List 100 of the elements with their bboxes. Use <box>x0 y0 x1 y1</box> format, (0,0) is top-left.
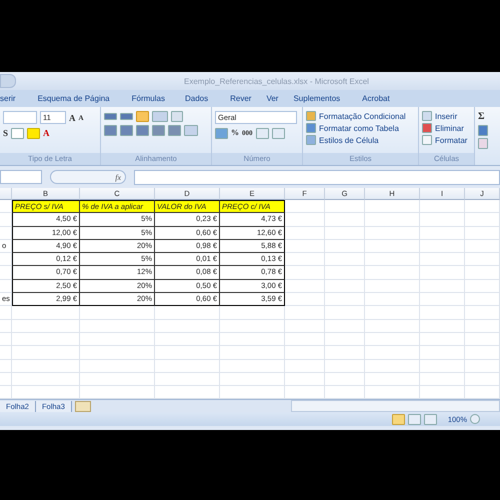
table-cell <box>365 280 420 294</box>
table-cell <box>365 240 420 254</box>
table-cell <box>420 213 465 227</box>
table-cell <box>325 306 365 320</box>
ribbon-tab[interactable]: Rever <box>230 92 252 105</box>
ribbon-tab[interactable]: Ver <box>266 92 278 105</box>
table-cell <box>0 360 12 373</box>
table-cell <box>285 306 325 320</box>
table-cell <box>465 332 500 346</box>
table-cell <box>365 346 420 360</box>
table-cell <box>285 253 325 266</box>
table-cell <box>365 306 420 320</box>
table-cell <box>0 346 12 360</box>
table-cell <box>220 332 285 346</box>
window-title: Exemplo_Referencias_celulas.xlsx - Microsoft Excel <box>184 76 369 86</box>
table-cell <box>0 332 12 346</box>
table-cell <box>155 332 220 346</box>
quick-access-toolbar[interactable] <box>0 74 16 88</box>
table-cell <box>285 200 325 214</box>
table-cell <box>285 213 325 227</box>
column-header[interactable] <box>0 188 12 200</box>
table-cell <box>325 200 365 214</box>
table-cell <box>325 320 365 333</box>
table-cell <box>365 293 420 306</box>
cells-menu-item[interactable]: Eliminar <box>422 123 471 133</box>
table-cell <box>325 280 365 294</box>
table-cell <box>220 360 285 373</box>
horizontal-scrollbar[interactable] <box>290 400 500 412</box>
table-cell <box>0 213 12 227</box>
table-cell <box>0 320 12 333</box>
table-cell <box>465 213 500 227</box>
table-cell <box>285 266 325 280</box>
table-cell <box>465 200 500 214</box>
table-cell <box>155 360 220 373</box>
table-cell <box>0 253 12 266</box>
table-cell <box>465 266 500 280</box>
styles-menu-item[interactable]: Formatar como Tabela <box>306 123 415 133</box>
table-cell <box>420 200 465 214</box>
table-cell <box>0 280 12 294</box>
table-cell <box>325 213 365 227</box>
table-cell <box>0 306 12 320</box>
font-color-button[interactable]: A <box>43 127 50 139</box>
table-cell <box>420 293 465 306</box>
underline-button[interactable]: S <box>3 127 8 139</box>
table-cell <box>0 226 12 240</box>
table-cell <box>465 360 500 373</box>
styles-menu-item[interactable]: Estilos de Célula <box>306 135 415 145</box>
table-cell <box>0 372 12 386</box>
table-cell <box>465 226 500 240</box>
table-cell <box>420 253 465 266</box>
table-cell <box>12 332 80 346</box>
table-cell <box>12 372 80 386</box>
ribbon-tab[interactable]: Fórmulas <box>132 92 165 105</box>
table-cell <box>220 306 285 320</box>
name-box[interactable] <box>0 170 42 184</box>
table-cell <box>365 360 420 373</box>
font-name-field[interactable] <box>3 111 37 124</box>
table-cell <box>325 332 365 346</box>
ribbon-tab[interactable]: Esquema de Página <box>38 92 110 105</box>
table-cell <box>465 240 500 254</box>
grow-font-button[interactable]: A <box>69 112 76 124</box>
table-cell <box>12 320 80 333</box>
table-cell <box>285 226 325 240</box>
table-cell <box>155 372 220 386</box>
table-cell <box>465 320 500 333</box>
table-cell <box>325 360 365 373</box>
table-cell <box>420 332 465 346</box>
table-cell <box>325 226 365 240</box>
table-cell <box>220 372 285 386</box>
table-cell <box>465 372 500 386</box>
table-cell <box>420 266 465 280</box>
table-cell <box>420 372 465 386</box>
ribbon-tab[interactable]: Dados <box>184 92 208 105</box>
table-cell <box>285 332 325 346</box>
table-cell <box>465 253 500 266</box>
table-cell <box>465 346 500 360</box>
styles-menu-item[interactable]: Formatação Condicional <box>306 111 415 121</box>
cells-menu-item[interactable]: Inserir <box>422 111 471 121</box>
ribbon-tab[interactable]: Acrobat <box>362 92 390 105</box>
table-cell <box>420 240 465 254</box>
autosum-button[interactable]: Σ <box>478 111 500 123</box>
ribbon-tab[interactable]: Suplementos <box>293 92 340 105</box>
table-cell <box>285 320 325 333</box>
insert-function-button[interactable]: fx <box>50 170 126 184</box>
table-cell <box>365 320 420 333</box>
table-cell <box>155 320 220 333</box>
table-cell <box>325 240 365 254</box>
cells-menu-item[interactable]: Formatar <box>422 135 471 145</box>
formula-input[interactable] <box>134 170 500 184</box>
table-cell <box>420 306 465 320</box>
table-cell <box>12 360 80 373</box>
table-cell <box>155 346 220 360</box>
table-cell <box>420 346 465 360</box>
percent-button[interactable]: % <box>231 127 239 139</box>
table-cell <box>365 266 420 280</box>
ribbon-tab[interactable]: serir <box>0 92 16 105</box>
table-cell <box>155 306 220 320</box>
table-cell <box>420 280 465 294</box>
table-cell <box>420 320 465 333</box>
table-cell <box>0 200 12 214</box>
